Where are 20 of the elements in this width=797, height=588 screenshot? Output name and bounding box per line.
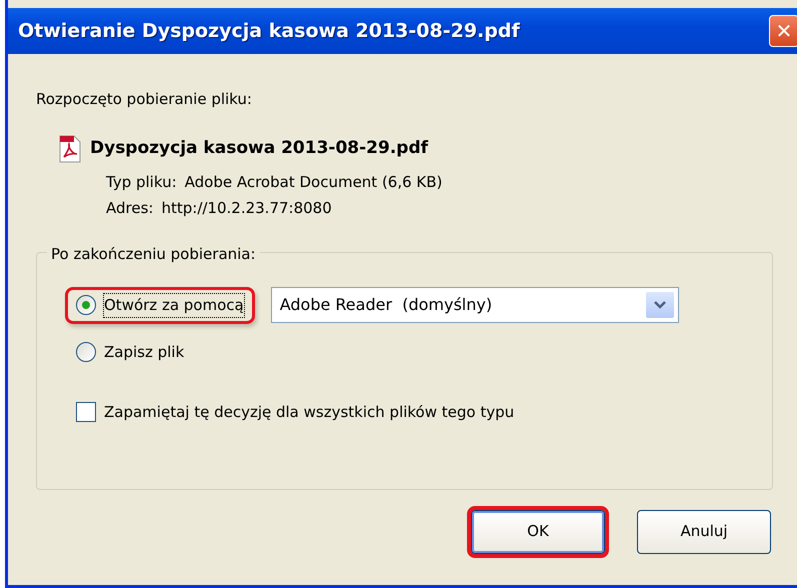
- highlighted-button[interactable]: OK: [471, 510, 605, 554]
- option-label: Zapisz plik: [104, 342, 184, 362]
- pdf-file-icon: [58, 134, 82, 162]
- app-dropdown[interactable]: Adobe Reader (domyślny): [270, 287, 679, 324]
- option-label: Otwórz za pomocą: [104, 294, 244, 316]
- file-type-value: Adobe Acrobat Document (6,6 KB): [184, 172, 442, 192]
- option-label: Zapamiętaj tę decyzję dla wszystkich plików tego typu: [104, 402, 514, 423]
- file-type-label: Typ pliku:: [106, 172, 177, 192]
- intro-text: Rozpoczęto pobieranie pliku:: [36, 89, 253, 110]
- highlighted-option[interactable]: Otwórz za pomocą: [65, 287, 255, 324]
- address-label: Adres:: [106, 198, 154, 219]
- file-name: Dyspozycja kasowa 2013-08-29.pdf: [90, 136, 428, 160]
- checkbox[interactable]: [76, 402, 96, 422]
- dialog-button[interactable]: Anuluj: [637, 510, 771, 554]
- option-row[interactable]: Zapamiętaj tę decyzję dla wszystkich plików tego typu: [65, 394, 526, 430]
- window-title: Otwieranie Dyspozycja kasowa 2013-08-29.pdf: [18, 18, 520, 44]
- option-row[interactable]: Zapisz plik: [65, 334, 196, 370]
- radio-button[interactable]: [76, 295, 96, 316]
- radio-button[interactable]: [76, 342, 96, 362]
- address-value: http://10.2.23.77:8080: [161, 198, 332, 219]
